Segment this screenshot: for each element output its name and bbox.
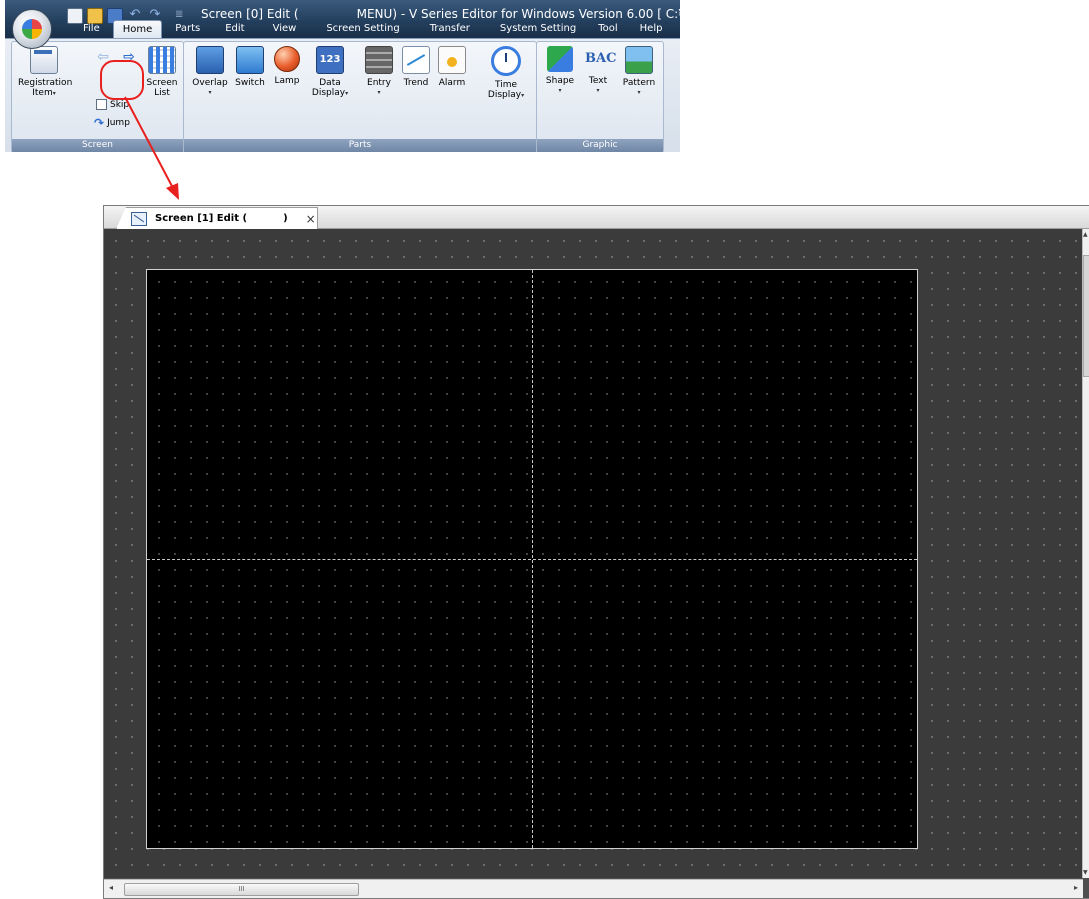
tab-help[interactable]: Help (640, 23, 663, 38)
overlap-icon (196, 46, 224, 74)
jump-button[interactable]: ↷ Jump (94, 116, 130, 130)
close-icon[interactable]: × (306, 212, 316, 226)
lamp-icon (274, 46, 300, 72)
entry-label: Entry (367, 78, 391, 88)
data-display-label: Data (319, 78, 341, 88)
time-display-label2: Display (487, 90, 522, 100)
document-tab[interactable]: Screen [1] Edit () × (116, 207, 318, 229)
pattern-icon (625, 46, 653, 74)
clock-icon (491, 46, 521, 76)
horizontal-scroll-thumb[interactable]: III (124, 883, 359, 896)
document-tab-title-part2: ) (283, 213, 288, 224)
data-display-icon: 123 (316, 46, 344, 74)
overlap-label: Overlap (192, 78, 228, 88)
registration-item-icon (30, 46, 58, 74)
scroll-down-icon[interactable]: ▼ (1083, 869, 1088, 876)
skip-option[interactable]: Skip (96, 99, 129, 110)
screen-list-label2: List (154, 88, 170, 98)
group-graphic: Shape ▾ BAC Text ▾ Pattern ▾ Graphic (536, 41, 664, 152)
tab-screen-setting[interactable]: Screen Setting (326, 23, 399, 38)
group-parts: Overlap ▾ Switch Lamp 123 Data Display▾ … (183, 41, 537, 152)
trend-button[interactable]: Trend (400, 46, 432, 88)
switch-icon (236, 46, 264, 74)
shape-label: Shape (545, 76, 575, 86)
screen-list-label: Screen (146, 78, 178, 88)
document-tab-strip: Screen [1] Edit () × (104, 206, 1089, 229)
vertical-scroll-thumb[interactable] (1083, 255, 1089, 377)
tab-tool[interactable]: Tool (598, 23, 617, 38)
registration-item-label: Registration (18, 78, 73, 88)
shape-button[interactable]: Shape ▾ (543, 46, 577, 96)
trend-icon (402, 46, 430, 74)
lamp-button[interactable]: Lamp (272, 46, 302, 86)
data-display-button[interactable]: 123 Data Display▾ (308, 46, 352, 99)
tab-transfer[interactable]: Transfer (430, 23, 470, 38)
pattern-button[interactable]: Pattern ▾ (619, 46, 659, 98)
screen-editor: Screen [1] Edit () × ▲ ▼ ◂ III ▸ (103, 205, 1089, 899)
screen-list-icon (148, 46, 176, 74)
text-icon: BAC (585, 51, 617, 66)
document-tab-title: Screen [1] Edit () (155, 213, 288, 224)
overlap-button[interactable]: Overlap ▾ (190, 46, 230, 98)
edit-canvas[interactable] (104, 229, 1083, 878)
vertical-scrollbar[interactable]: ▲ ▼ (1082, 229, 1089, 878)
horizontal-center-guide (147, 559, 917, 560)
skip-checkbox[interactable] (96, 99, 107, 110)
entry-icon (365, 46, 393, 74)
pattern-label: Pattern (622, 78, 656, 88)
tab-view[interactable]: View (273, 23, 297, 38)
shape-icon (547, 46, 573, 72)
data-display-label2: Display (311, 88, 346, 98)
text-label: Text (588, 76, 608, 86)
window-title-part1: Screen [0] Edit ( (201, 7, 299, 21)
scroll-right-icon[interactable]: ▸ (1074, 883, 1078, 892)
lamp-label: Lamp (274, 76, 300, 86)
group-screen-label: Screen (12, 139, 183, 152)
scroll-up-icon[interactable]: ▲ (1083, 231, 1088, 238)
entry-button[interactable]: Entry ▾ (364, 46, 394, 98)
scroll-left-icon[interactable]: ◂ (109, 883, 113, 892)
switch-button[interactable]: Switch (232, 46, 268, 88)
callout-circle (100, 60, 144, 100)
document-tab-title-part1: Screen [1] Edit ( (155, 213, 248, 224)
screen-area[interactable] (146, 269, 918, 849)
group-parts-label: Parts (184, 139, 536, 152)
registration-item-button[interactable]: Registration Item▾ (18, 46, 73, 99)
switch-label: Switch (235, 78, 265, 88)
horizontal-scrollbar[interactable]: ◂ III ▸ (104, 879, 1083, 898)
jump-icon: ↷ (94, 116, 105, 130)
title-bar: ↶ ↷ ≣ Screen [0] Edit (MENU) - V Series … (5, 0, 680, 38)
time-display-label: Time (494, 80, 518, 90)
group-screen: Registration Item▾ ⇦ ⇨ Skip ↷ Jump Scree… (11, 41, 184, 152)
alarm-button[interactable]: Alarm (436, 46, 468, 88)
app-logo-icon (22, 19, 42, 39)
tab-edit[interactable]: Edit (225, 23, 244, 38)
alarm-icon (438, 46, 466, 74)
alarm-label: Alarm (438, 78, 466, 88)
ribbon-tab-row: File Home Parts Edit View Screen Setting… (65, 20, 662, 38)
editor-ribbon-window: ↶ ↷ ≣ Screen [0] Edit (MENU) - V Series … (5, 0, 680, 152)
tab-system-setting[interactable]: System Setting (500, 23, 576, 38)
window-title: Screen [0] Edit ( MENU) - V Series Editor… (201, 7, 680, 21)
tab-file[interactable]: File (83, 23, 100, 38)
screen-list-button[interactable]: Screen List (144, 46, 180, 98)
tab-parts[interactable]: Parts (175, 23, 200, 38)
tab-home[interactable]: Home (112, 20, 163, 38)
application-button[interactable] (12, 9, 52, 49)
screen-edit-icon (131, 211, 147, 226)
window-title-part2: MENU) - V Series Editor for Windows Vers… (356, 7, 680, 21)
trend-label: Trend (403, 78, 429, 88)
text-button[interactable]: BAC Text ▾ (583, 46, 617, 96)
skip-label: Skip (110, 99, 130, 110)
group-graphic-label: Graphic (537, 139, 663, 152)
time-display-button[interactable]: Time Display▾ (484, 46, 528, 101)
jump-label: Jump (107, 118, 130, 128)
registration-item-label2: Item (32, 88, 53, 98)
